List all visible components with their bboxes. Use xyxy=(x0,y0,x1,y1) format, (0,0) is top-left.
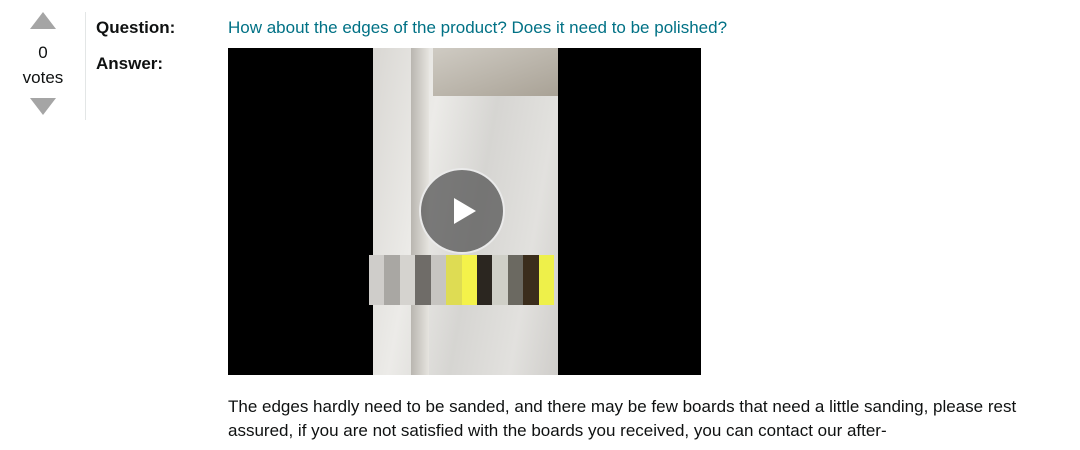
video-board-top xyxy=(433,48,558,96)
vote-count: 0 xyxy=(38,43,48,62)
pixelated-region xyxy=(369,255,555,305)
answer-text: The edges hardly need to be sanded, and … xyxy=(228,397,1017,440)
answer-video[interactable] xyxy=(228,48,701,375)
vote-column: 0 votes xyxy=(14,10,74,122)
play-icon[interactable] xyxy=(419,168,505,254)
vote-divider xyxy=(85,12,86,120)
vote-up-icon[interactable] xyxy=(30,12,56,29)
vote-down-icon[interactable] xyxy=(30,98,56,115)
qa-block: 0 votes Question: How about the edges of… xyxy=(0,0,1080,450)
question-label: Question: xyxy=(96,18,176,37)
vote-label: votes xyxy=(22,68,64,87)
question-link[interactable]: How about the edges of the product? Does… xyxy=(228,18,727,38)
answer-label: Answer: xyxy=(96,54,164,73)
